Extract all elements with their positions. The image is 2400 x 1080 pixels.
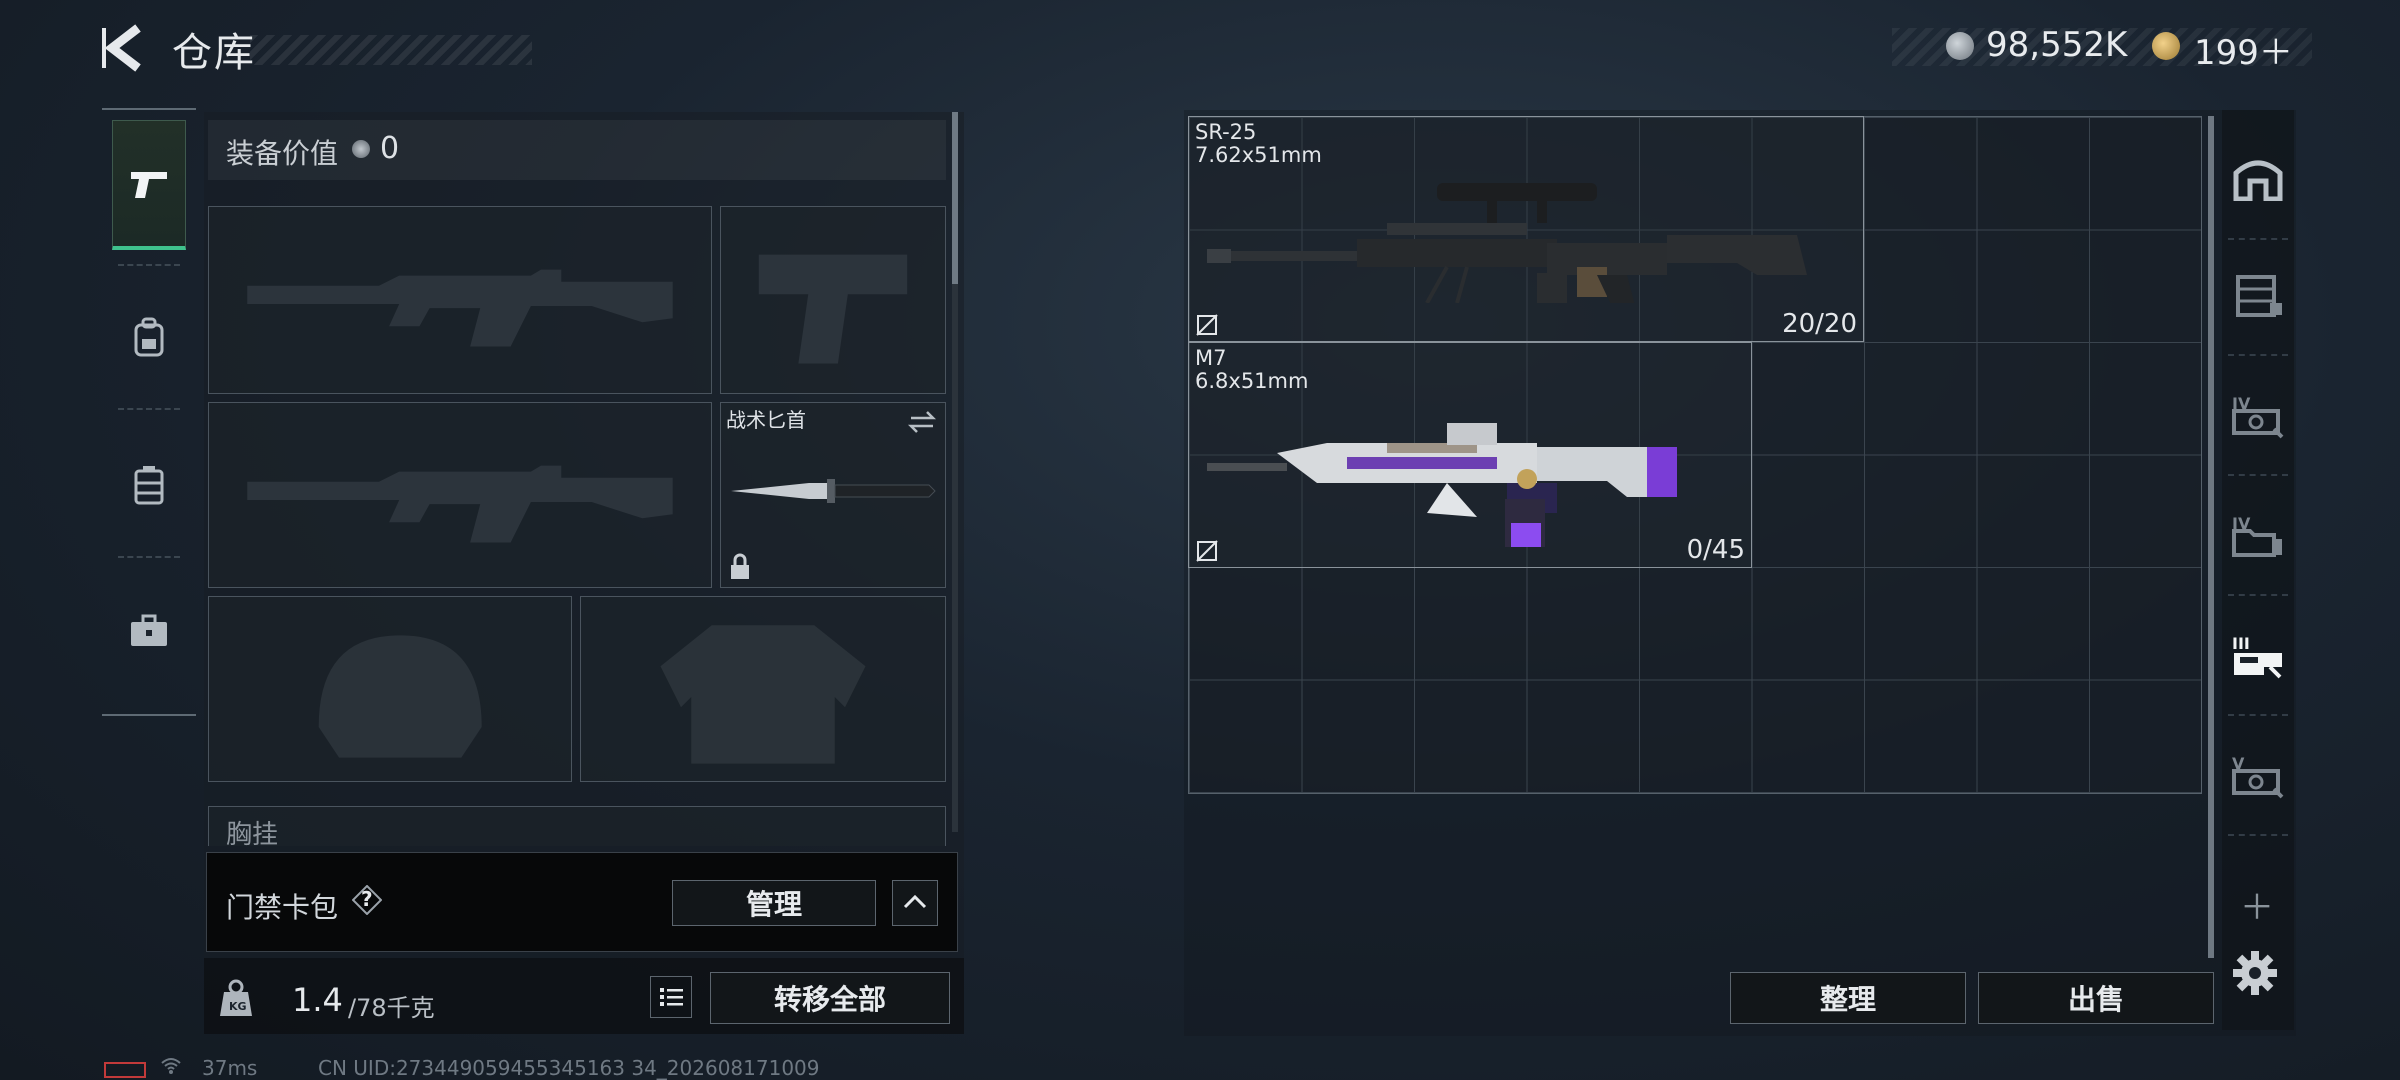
divider — [2228, 354, 2288, 356]
chest-rig-label: 胸挂 — [226, 820, 279, 850]
backpack-icon — [134, 317, 164, 357]
page-title: 仓库 — [172, 30, 256, 76]
sell-button[interactable]: 出售 — [1978, 972, 2214, 1024]
list-icon — [660, 988, 683, 1006]
kg-weight-icon: KG — [218, 978, 254, 1018]
add-storage-tab-button[interactable]: ＋ — [2240, 880, 2274, 929]
svg-text:KG: KG — [229, 1000, 247, 1013]
gear-icon — [2233, 951, 2277, 995]
divider — [118, 408, 180, 410]
item-name: SR-25 — [1195, 120, 1257, 144]
back-arrow-icon — [102, 24, 141, 72]
unmarked-icon — [1196, 314, 1218, 336]
storage-item-sr25[interactable]: SR-25 7.62x51mm 20/20 — [1188, 116, 1864, 342]
help-button[interactable]: ? — [352, 885, 382, 915]
rifle-silhouette-icon — [247, 465, 673, 543]
settings-button[interactable] — [2232, 950, 2278, 996]
pistol-slot[interactable] — [720, 206, 946, 394]
armor-silhouette-icon — [660, 625, 866, 764]
loadout-scrollbar-thumb[interactable] — [952, 112, 958, 284]
pistol-icon — [131, 171, 167, 198]
silver-currency-value: 98,552K — [1986, 25, 2128, 65]
storage-tab-iv[interactable]: IV — [2222, 366, 2294, 466]
divider — [2228, 238, 2288, 240]
divider — [2228, 594, 2288, 596]
storage-item-m7[interactable]: M7 6.8x51mm 0/45 — [1188, 342, 1752, 568]
item-ammo-count: 20/20 — [1782, 309, 1857, 339]
pistol-silhouette-icon — [758, 254, 908, 364]
transfer-all-button[interactable]: 转移全部 — [710, 972, 950, 1024]
helmet-silhouette-icon — [318, 635, 482, 758]
swap-icon[interactable] — [907, 409, 937, 435]
storage-tab-iii[interactable]: III — [2222, 606, 2294, 706]
storage-iv-icon: IV — [2232, 394, 2284, 439]
item-ammo-count: 0/45 — [1686, 535, 1745, 565]
title-decoration — [250, 35, 532, 65]
ping-readout: 37ms — [202, 1056, 258, 1080]
unmarked-icon — [1196, 540, 1218, 562]
user-id: CN UID:273449059455345163 34_20260817100… — [318, 1056, 820, 1080]
tactical-knife-label: 战术匕首 — [726, 408, 806, 432]
gold-currency-value[interactable]: 199＋ — [2194, 25, 2293, 74]
current-weight: 1.4 — [292, 981, 343, 1019]
wifi-icon — [160, 1054, 182, 1076]
equipment-value: 0 — [380, 131, 400, 166]
chest-rig-slot[interactable] — [208, 806, 946, 846]
silver-coin-icon — [352, 140, 370, 158]
divider — [2228, 474, 2288, 476]
secondary-weapon-slot[interactable] — [208, 402, 712, 588]
vest-icon — [134, 466, 164, 505]
storage-iv-folder-icon: IV — [2232, 514, 2282, 557]
expand-button[interactable] — [892, 880, 938, 926]
chevron-up-icon — [903, 894, 927, 909]
category-tab-weapons[interactable] — [112, 120, 186, 250]
battery-icon — [104, 1062, 146, 1078]
silver-coin-icon — [1946, 32, 1974, 60]
category-tab-vest[interactable] — [112, 420, 186, 550]
m7-rifle-icon — [1207, 423, 1677, 547]
equipment-value-label: 装备价值 — [226, 137, 339, 170]
helmet-slot[interactable] — [208, 596, 572, 782]
storage-v-icon: V — [2232, 754, 2284, 799]
max-weight: /78千克 — [348, 994, 435, 1022]
knife-icon — [731, 479, 936, 503]
primary-weapon-slot[interactable] — [208, 206, 712, 394]
sr25-rifle-icon — [1207, 183, 1807, 303]
storage-tab-home[interactable] — [2222, 128, 2294, 228]
divider — [118, 264, 180, 266]
storage-shelf-icon — [2236, 275, 2282, 317]
keycard-case-label: 门禁卡包 — [226, 891, 339, 924]
divider — [118, 556, 180, 558]
help-mark: ? — [361, 887, 373, 911]
category-tab-toolbox[interactable] — [112, 566, 186, 696]
toolbox-icon — [131, 614, 167, 646]
back-button[interactable] — [100, 22, 148, 74]
manage-button[interactable]: 管理 — [672, 880, 876, 926]
category-tab-backpack[interactable] — [112, 272, 186, 402]
storage-scrollbar-thumb[interactable] — [2208, 116, 2214, 958]
item-name: M7 — [1195, 346, 1227, 370]
divider — [2228, 834, 2288, 836]
sort-button[interactable]: 整理 — [1730, 972, 1966, 1024]
storage-home-icon — [2233, 160, 2283, 201]
storage-tab-iv-folder[interactable]: IV — [2222, 486, 2294, 586]
storage-iii-icon: III — [2232, 634, 2282, 679]
divider — [2228, 714, 2288, 716]
lock-icon — [731, 553, 749, 579]
storage-tab-shelf[interactable] — [2222, 246, 2294, 346]
armor-slot[interactable] — [580, 596, 946, 782]
svg-text:III: III — [2232, 634, 2250, 653]
list-view-button[interactable] — [650, 976, 692, 1018]
gold-coin-icon — [2152, 32, 2180, 60]
rifle-silhouette-icon — [247, 269, 673, 347]
storage-tab-v[interactable]: V — [2222, 726, 2294, 826]
